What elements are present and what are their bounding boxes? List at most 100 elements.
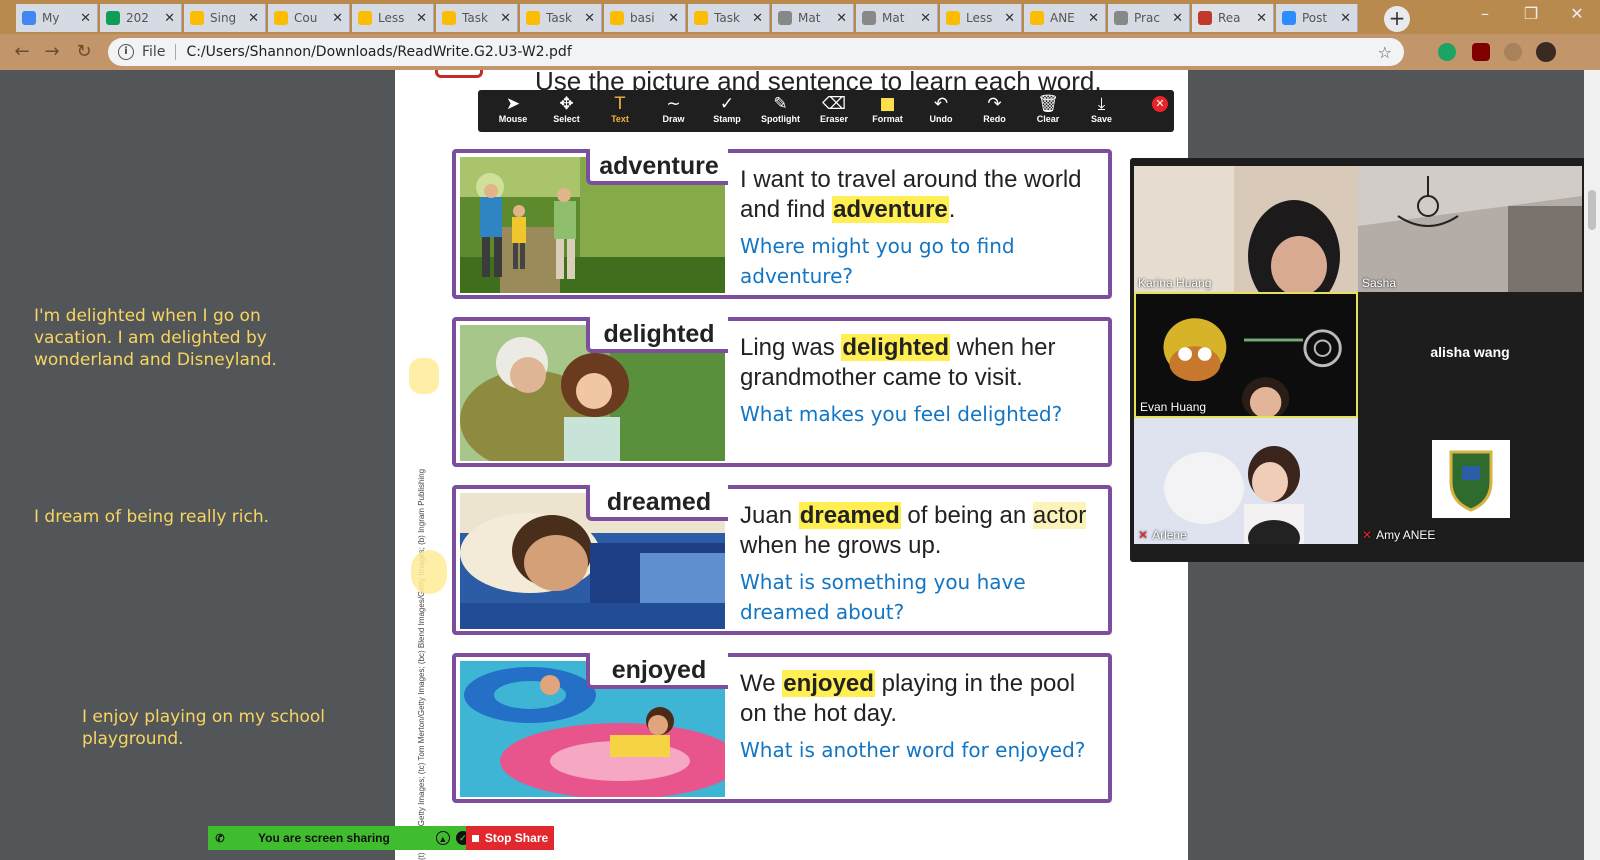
tab-close-icon[interactable]: ✕ [80,11,91,26]
stop-share-label: Stop Share [484,831,549,845]
info-icon[interactable]: i [118,44,134,60]
browser-tab[interactable]: Mat ✕ [856,4,938,32]
tool-label: Mouse [498,114,528,124]
annotate-tool-stamp[interactable]: ✓ Stamp [700,94,754,130]
stop-share-button[interactable]: Stop Share [466,826,554,850]
tool-label: Draw [662,114,685,124]
browser-tab[interactable]: Task ✕ [436,4,518,32]
scrollbar-thumb[interactable] [1588,190,1596,230]
tab-close-icon[interactable]: ✕ [500,11,511,26]
browser-tab[interactable]: basi ✕ [604,4,686,32]
tab-close-icon[interactable]: ✕ [1256,11,1267,26]
extensions-puzzle-icon[interactable] [1504,43,1522,61]
redo-icon: ↷ [987,94,1002,114]
annotate-tool-draw[interactable]: ∼ Draw [647,94,701,130]
reload-icon[interactable]: ↻ [72,40,96,64]
tab-close-icon[interactable]: ✕ [1340,11,1351,26]
close-annotation-icon[interactable]: ✕ [1152,96,1168,112]
vocab-word: enjoyed [586,653,728,689]
tab-close-icon[interactable]: ✕ [332,11,343,26]
tab-close-icon[interactable]: ✕ [1004,11,1015,26]
back-icon[interactable]: ← [10,40,34,64]
browser-tab[interactable]: Cou ✕ [268,4,350,32]
close-window-button[interactable]: ✕ [1554,0,1600,30]
participant-tile-active-speaker[interactable]: Evan Huang [1134,292,1358,418]
annotate-tool-text[interactable]: T Text [593,94,647,130]
forward-icon[interactable]: → [40,40,64,64]
tab-close-icon[interactable]: ✕ [836,11,847,26]
browser-tab[interactable]: Task ✕ [520,4,602,32]
vocab-word: delighted [586,317,728,353]
annotate-tool-save[interactable]: ⤓ Save [1075,94,1129,130]
browser-tab[interactable]: Post ✕ [1276,4,1358,32]
annotate-tool-eraser[interactable]: ⌫ Eraser [807,94,861,130]
annotate-tool-mouse[interactable]: ➤ Mouse [486,94,540,130]
browser-tab[interactable]: Less ✕ [352,4,434,32]
check-icon: ✓ [719,94,735,114]
tab-close-icon[interactable]: ✕ [164,11,175,26]
annotate-tool-redo[interactable]: ↷ Redo [968,94,1022,130]
restore-button[interactable]: ❐ [1508,0,1554,30]
browser-tab[interactable]: ANE ✕ [1024,4,1106,32]
tab-label: Cou [294,11,318,25]
participant-tile[interactable]: alisha wang [1358,292,1582,418]
text-annotation[interactable]: I'm delighted when I go on vacation. I a… [34,305,334,371]
participant-tile[interactable]: ✕ Amy ANEE [1358,418,1582,544]
url-text[interactable]: C:/Users/Shannon/Downloads/ReadWrite.G2.… [186,44,571,60]
tab-close-icon[interactable]: ✕ [1088,11,1099,26]
annotate-tool-undo[interactable]: ↶ Undo [914,94,968,130]
ublock-icon[interactable] [1472,43,1490,61]
tab-label: ANE [1050,11,1075,25]
browser-tab[interactable]: My ✕ [16,4,98,32]
browser-tab[interactable]: Mat ✕ [772,4,854,32]
tool-label: Redo [983,114,1006,124]
profile-avatar[interactable] [1536,42,1556,62]
participant-name-video-off: alisha wang [1430,344,1510,360]
vertical-scrollbar[interactable] [1584,70,1600,860]
participant-tile[interactable]: Karina Huang [1134,166,1358,292]
tab-close-icon[interactable]: ✕ [920,11,931,26]
participant-name: Karina Huang [1138,276,1212,290]
annotate-tool-clear[interactable]: 🗑 Clear [1021,94,1075,130]
tab-close-icon[interactable]: ✕ [668,11,679,26]
browser-tab[interactable]: Rea ✕ [1192,4,1274,32]
highlight-mark [411,550,447,594]
tab-favicon-icon [358,11,372,25]
tab-label: Task [462,11,488,25]
share-status: You are screen sharing [258,831,390,845]
muted-mic-icon: ✕ [1362,528,1373,542]
tab-favicon-icon [1282,11,1296,25]
vocab-word: adventure [586,149,728,185]
participant-tile[interactable]: ✕ Arlene [1134,418,1358,544]
tab-close-icon[interactable]: ✕ [752,11,763,26]
browser-tab[interactable]: Sing ✕ [184,4,266,32]
tool-label: Save [1090,114,1113,124]
bookmark-star-icon[interactable]: ☆ [1378,43,1392,62]
tab-label: Prac [1134,11,1160,25]
tab-label: Rea [1218,11,1241,25]
minimize-button[interactable]: – [1462,0,1508,30]
annotate-tool-select[interactable]: ✥ Select [540,94,594,130]
browser-tab[interactable]: Less ✕ [940,4,1022,32]
tab-close-icon[interactable]: ✕ [248,11,259,26]
annotate-tool-spotlight[interactable]: ✎ Spotlight [754,94,808,130]
photo-credit-text: (t) L... ey/Getty Images; (tc) Tom Merto… [417,468,426,860]
annotate-tool-format[interactable]: ■ Format [861,94,915,130]
browser-tab[interactable]: 202 ✕ [100,4,182,32]
extension-green-icon[interactable] [1438,43,1456,61]
browser-tab[interactable]: Prac ✕ [1108,4,1190,32]
browser-tab[interactable]: Task ✕ [688,4,770,32]
participant-name: ✕ Amy ANEE [1362,528,1436,542]
tab-close-icon[interactable]: ✕ [1172,11,1183,26]
divider [175,44,177,60]
participant-tile[interactable]: Sasha [1358,166,1582,292]
address-bar[interactable]: i File C:/Users/Shannon/Downloads/ReadWr… [108,38,1404,66]
page-logo-icon [435,70,483,78]
tab-close-icon[interactable]: ✕ [584,11,595,26]
text-annotation[interactable]: I enjoy playing on my school playground. [82,706,372,750]
new-tab-button[interactable]: + [1384,6,1410,32]
scheme-label: File [142,44,166,60]
text-annotation[interactable]: I dream of being really rich. [34,506,334,528]
vocab-card-delighted: delighted Ling was delighted when her gr… [452,317,1112,467]
tab-close-icon[interactable]: ✕ [416,11,427,26]
